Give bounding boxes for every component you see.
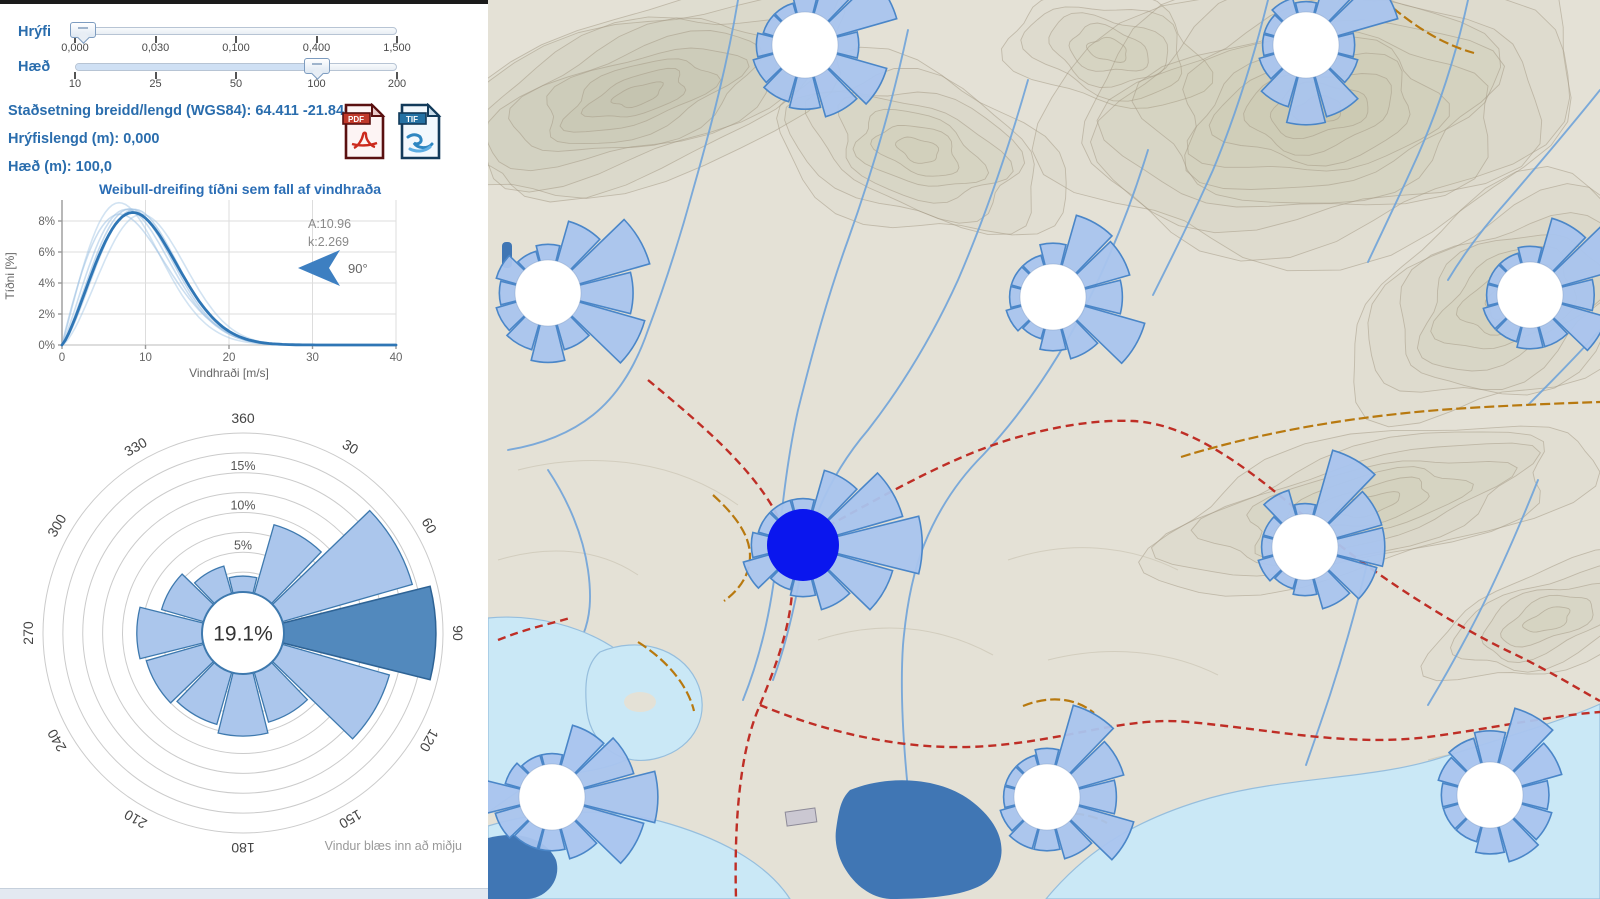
- slider-tick-label: 1,500: [383, 42, 411, 54]
- tif-export-icon[interactable]: TIF: [398, 103, 442, 160]
- slider-tick-label: 0,030: [142, 42, 170, 54]
- rose-ring-label: 10%: [230, 499, 255, 513]
- map-marker-hub[interactable]: [1457, 762, 1523, 828]
- weibull-ytick: 2%: [38, 309, 55, 321]
- weibull-ytick: 0%: [38, 340, 55, 352]
- rose-direction-label-240: 240: [44, 726, 70, 754]
- slider-tick-label: 0,400: [303, 42, 331, 54]
- map-marker-hub-selected[interactable]: [767, 509, 839, 581]
- wind-rose-chart: 19.1% 5% 10% 15% 360 30 60 90 120 150 180 210 240 270…: [0, 388, 488, 884]
- rose-direction-label-30: 30: [340, 436, 362, 458]
- rose-direction-label-150: 150: [336, 807, 364, 833]
- rose-ring-label: 5%: [234, 538, 252, 552]
- hryfi-slider-handle[interactable]: [70, 22, 96, 38]
- haed-slider-fill: [76, 64, 316, 70]
- map-marker-hub[interactable]: [772, 12, 838, 78]
- weibull-xtick: 30: [306, 352, 319, 364]
- rose-direction-label-300: 300: [44, 511, 70, 539]
- rose-direction-label-270: 270: [20, 621, 36, 645]
- rose-direction-label-180: 180: [231, 840, 255, 856]
- haed-label: Hæð: [18, 59, 50, 75]
- slider-tick-label: 0,100: [222, 42, 250, 54]
- weibull-xtick: 40: [390, 352, 403, 364]
- wind-atlas-app: Hrýfi 0,000 0,030 0,100 0,400 1,500 Hæð 10 25…: [0, 0, 1600, 899]
- weibull-ytick: 4%: [38, 278, 55, 290]
- slider-tick-label: 25: [149, 78, 161, 90]
- slider-tick-label: 50: [230, 78, 242, 90]
- tif-icon-label: TIF: [406, 115, 418, 124]
- hryfi-slider-track[interactable]: [75, 27, 397, 35]
- weibull-ytick: 6%: [38, 247, 55, 259]
- slider-tick-label: 0,000: [61, 42, 89, 54]
- map-marker-hub[interactable]: [1497, 262, 1563, 328]
- map-marker-hub[interactable]: [1020, 264, 1086, 330]
- rose-center-value: 19.1%: [213, 622, 273, 645]
- map-marker-hub[interactable]: [515, 260, 581, 326]
- weibull-xtick: 10: [139, 352, 152, 364]
- pdf-icon-label: PDF: [348, 115, 364, 124]
- weibull-chart: 0% 2% 4% 6% 8% 0 10 20 30 40 Vindhraði [m/s] Tíðni …: [0, 196, 480, 384]
- wind-direction-arrow-icon: [298, 250, 340, 286]
- haed-slider-handle[interactable]: [304, 58, 330, 74]
- weibull-ylabel: Tíðni [%]: [3, 252, 17, 299]
- height-value: Hæð (m): 100,0: [8, 153, 338, 181]
- hryfi-label: Hrýfi: [18, 24, 51, 40]
- map-marker-hub[interactable]: [1272, 514, 1338, 580]
- location-coordinates: Staðsetning breidd/lengd (WGS84): 64.411…: [8, 97, 338, 125]
- slider-tick-label: 200: [388, 78, 406, 90]
- rose-direction-label-120: 120: [416, 726, 442, 754]
- weibull-chart-title: Weibull-dreifing tíðni sem fall af vindh…: [0, 181, 480, 197]
- rose-direction-label-90: 90: [450, 625, 466, 641]
- weibull-k-parameter: k:2.269: [308, 235, 349, 249]
- map-marker-hub[interactable]: [1014, 764, 1080, 830]
- weibull-xlabel: Vindhraði [m/s]: [189, 366, 269, 380]
- control-panel: Hrýfi 0,000 0,030 0,100 0,400 1,500 Hæð 10 25…: [0, 0, 488, 899]
- rose-direction-label-60: 60: [418, 515, 440, 537]
- map[interactable]: [488, 0, 1600, 899]
- pdf-export-icon[interactable]: PDF: [342, 103, 386, 160]
- weibull-xtick: 20: [223, 352, 236, 364]
- location-info: Staðsetning breidd/lengd (WGS84): 64.411…: [8, 97, 338, 181]
- export-buttons: PDF TIF: [342, 103, 442, 160]
- map-marker-hub[interactable]: [519, 764, 585, 830]
- map-marker-hub[interactable]: [1273, 12, 1339, 78]
- island: [624, 692, 656, 712]
- rose-footnote: Vindur blæs inn að miðju: [325, 839, 462, 853]
- rose-ring-label: 15%: [230, 459, 255, 473]
- weibull-ytick: 8%: [38, 216, 55, 228]
- haed-slider-track[interactable]: [75, 63, 397, 71]
- weibull-direction-label: 90°: [348, 261, 368, 276]
- rose-direction-label-210: 210: [121, 806, 149, 832]
- weibull-xtick: 0: [59, 352, 65, 364]
- topographic-map[interactable]: [488, 0, 1600, 899]
- panel-bottom-scrollbar[interactable]: [0, 888, 488, 899]
- roughness-length-value: Hrýfislengd (m): 0,000: [8, 125, 338, 153]
- slider-tick-label: 10: [69, 78, 81, 90]
- rose-direction-label-360: 360: [231, 410, 255, 426]
- rose-direction-label-330: 330: [121, 434, 149, 460]
- panel-top-strip: [0, 0, 488, 4]
- weibull-A-parameter: A:10.96: [308, 217, 351, 231]
